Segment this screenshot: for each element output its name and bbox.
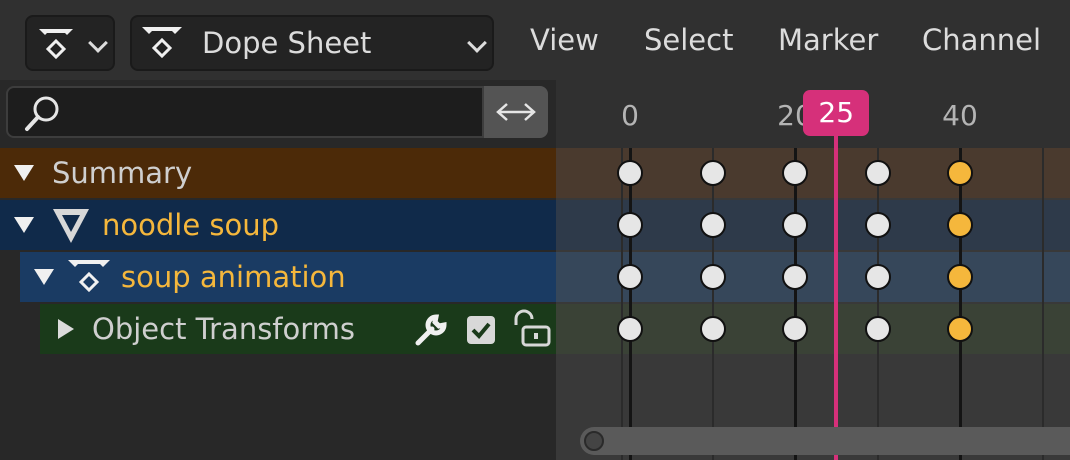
keyframe[interactable]	[617, 264, 643, 290]
mesh-cone-icon	[53, 209, 89, 243]
channel-list: Summary noodle soup soup animation Objec…	[0, 80, 556, 460]
keyframe[interactable]	[864, 264, 891, 290]
frame-tick-label: 0	[621, 99, 639, 132]
channel-row-action[interactable]: soup animation	[20, 252, 556, 302]
action-icon	[142, 27, 182, 59]
channel-row-summary[interactable]: Summary	[0, 148, 556, 198]
frame-tick-label: 40	[942, 99, 978, 132]
scrollbar-handle[interactable]	[584, 431, 604, 451]
keyframe[interactable]	[864, 316, 891, 342]
expand-arrow-icon[interactable]	[14, 165, 34, 181]
keyframe[interactable]	[782, 316, 808, 342]
channel-row-group[interactable]: Object Transforms	[40, 304, 556, 354]
menu-view[interactable]: View	[530, 23, 599, 57]
action-icon	[68, 260, 110, 293]
unlock-icon[interactable]	[510, 309, 552, 349]
channel-label: Summary	[52, 156, 193, 190]
timeline-area[interactable]: 0 20 40 25	[556, 80, 1070, 460]
search-field[interactable]	[6, 86, 484, 138]
keyframe[interactable]	[782, 264, 808, 290]
playhead-line[interactable]	[834, 120, 839, 460]
keyframe-selected[interactable]	[947, 316, 973, 342]
frame-grid-line	[876, 148, 879, 460]
keyframe[interactable]	[617, 316, 643, 342]
channel-label: noodle soup	[102, 208, 280, 242]
keyframe-selected[interactable]	[947, 212, 973, 238]
mode-dropdown[interactable]: Dope Sheet	[130, 15, 494, 71]
frame-grid-line	[959, 148, 962, 460]
swap-filter-button[interactable]	[484, 86, 548, 138]
keyframe[interactable]	[864, 212, 891, 238]
menu-channel[interactable]: Channel	[922, 23, 1041, 57]
keyframe[interactable]	[699, 264, 726, 290]
mode-label: Dope Sheet	[202, 26, 372, 60]
channel-label: soup animation	[121, 260, 346, 294]
keyframe[interactable]	[617, 212, 643, 238]
action-icon	[39, 29, 73, 60]
frame-grid-line	[1041, 148, 1044, 460]
swap-arrows-icon	[496, 103, 536, 121]
frame-grid-line	[629, 148, 632, 460]
keyframe[interactable]	[699, 160, 726, 186]
keyframe-selected[interactable]	[947, 160, 973, 186]
current-frame-badge[interactable]: 25	[803, 90, 870, 136]
search-icon	[25, 96, 59, 131]
channel-label: Object Transforms	[92, 312, 356, 346]
editor-type-dropdown[interactable]	[25, 15, 115, 71]
expand-arrow-icon[interactable]	[14, 217, 34, 233]
chevron-down-icon	[467, 33, 487, 53]
menu-marker[interactable]: Marker	[778, 23, 878, 57]
frame-grid-line	[794, 148, 797, 460]
keyframe[interactable]	[699, 316, 726, 342]
header-bar: Dope Sheet View Select Marker Channel	[0, 0, 1070, 80]
chevron-down-icon	[88, 33, 108, 53]
search-input[interactable]	[68, 96, 468, 130]
keyframe-selected[interactable]	[947, 264, 973, 290]
keyframe[interactable]	[864, 160, 891, 186]
keyframe[interactable]	[782, 160, 808, 186]
menu-select[interactable]: Select	[644, 23, 733, 57]
keyframe[interactable]	[699, 212, 726, 238]
horizontal-scrollbar[interactable]	[580, 427, 1070, 455]
keyframe[interactable]	[617, 160, 643, 186]
frame-grid-line	[620, 148, 623, 460]
keyframe[interactable]	[782, 212, 808, 238]
wrench-icon[interactable]	[412, 313, 448, 347]
channel-row-object[interactable]: noodle soup	[0, 200, 556, 250]
checkbox-icon[interactable]	[467, 316, 495, 344]
expand-arrow-icon[interactable]	[34, 269, 54, 285]
expand-arrow-icon[interactable]	[58, 319, 74, 339]
frame-grid-line	[711, 148, 714, 460]
